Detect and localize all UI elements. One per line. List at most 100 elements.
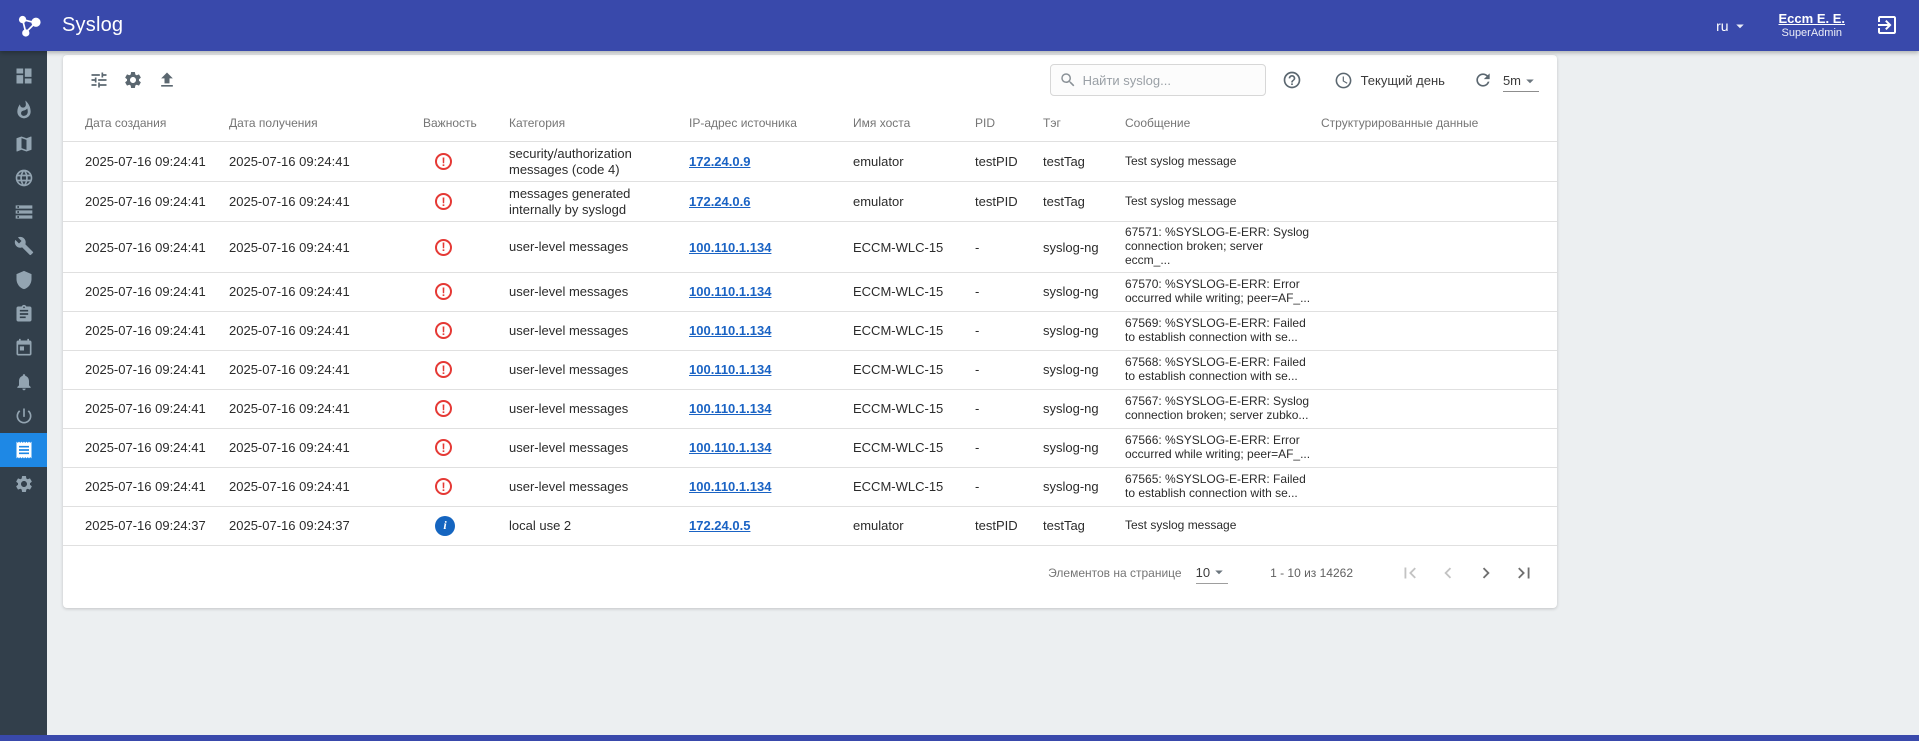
chevron-down-icon xyxy=(1731,17,1749,35)
cell-pid: testPID xyxy=(975,182,1043,222)
cell-category: user-level messages xyxy=(509,350,689,389)
cell-message: 67566: %SYSLOG-E-ERR: Error occurred whi… xyxy=(1125,428,1321,467)
sidebar-item-syslog[interactable] xyxy=(0,433,47,467)
cell-received: 2025-07-16 09:24:41 xyxy=(229,272,423,311)
language-selector[interactable]: ru xyxy=(1716,17,1748,35)
source-ip-link[interactable]: 172.24.0.6 xyxy=(689,194,750,209)
cell-hostname: ECCM-WLC-15 xyxy=(853,428,975,467)
cell-source-ip: 100.110.1.134 xyxy=(689,272,853,311)
source-ip-link[interactable]: 100.110.1.134 xyxy=(689,401,771,416)
chevron-down-icon xyxy=(1210,563,1228,581)
sidebar-item-security[interactable] xyxy=(0,263,47,297)
bell-icon xyxy=(14,372,34,392)
source-ip-link[interactable]: 100.110.1.134 xyxy=(689,479,771,494)
period-selector[interactable]: Текущий день xyxy=(1334,71,1445,90)
refresh-button[interactable] xyxy=(1467,64,1499,96)
user-name-link[interactable]: Eccm E. E. xyxy=(1779,11,1845,27)
pagination: Элементов на странице 10 1 - 10 из 14262 xyxy=(63,546,1557,608)
cell-category: user-level messages xyxy=(509,272,689,311)
cell-pid: - xyxy=(975,311,1043,350)
cell-message: Test syslog message xyxy=(1125,142,1321,182)
cell-received: 2025-07-16 09:24:41 xyxy=(229,142,423,182)
sidebar-item-notifications[interactable] xyxy=(0,365,47,399)
cell-created: 2025-07-16 09:24:37 xyxy=(63,506,229,545)
severity-icon: ! xyxy=(435,322,452,339)
page-range-text: 1 - 10 из 14262 xyxy=(1270,566,1353,580)
sidebar-item-network[interactable] xyxy=(0,161,47,195)
table-header-row: Дата создания Дата получения Важность Ка… xyxy=(63,105,1557,142)
sidebar-item-calendar[interactable] xyxy=(0,331,47,365)
sidebar-item-dashboard[interactable] xyxy=(0,59,47,93)
cell-category: user-level messages xyxy=(509,222,689,272)
cell-severity: ! xyxy=(423,350,509,389)
cell-structured-data xyxy=(1321,467,1557,506)
sidebar-item-settings[interactable] xyxy=(0,467,47,501)
sidebar-item-inventory[interactable] xyxy=(0,195,47,229)
table-row[interactable]: 2025-07-16 09:24:41 2025-07-16 09:24:41 … xyxy=(63,350,1557,389)
sidebar-item-tools[interactable] xyxy=(0,229,47,263)
table-row[interactable]: 2025-07-16 09:24:41 2025-07-16 09:24:41 … xyxy=(63,182,1557,222)
cell-structured-data xyxy=(1321,506,1557,545)
items-per-page-value: 10 xyxy=(1196,565,1210,580)
source-ip-link[interactable]: 100.110.1.134 xyxy=(689,240,771,255)
cell-hostname: ECCM-WLC-15 xyxy=(853,350,975,389)
sidebar-item-maps[interactable] xyxy=(0,127,47,161)
cell-pid: - xyxy=(975,467,1043,506)
table-settings-button[interactable] xyxy=(117,64,149,96)
search-input[interactable] xyxy=(1077,73,1257,88)
table-row[interactable]: 2025-07-16 09:24:41 2025-07-16 09:24:41 … xyxy=(63,142,1557,182)
col-message: Сообщение xyxy=(1125,105,1321,142)
source-ip-link[interactable]: 172.24.0.5 xyxy=(689,518,750,533)
logout-button[interactable] xyxy=(1875,13,1901,39)
table-row[interactable]: 2025-07-16 09:24:41 2025-07-16 09:24:41 … xyxy=(63,467,1557,506)
cell-tag: syslog-ng xyxy=(1043,389,1125,428)
cell-message: 67570: %SYSLOG-E-ERR: Error occurred whi… xyxy=(1125,272,1321,311)
table-row[interactable]: 2025-07-16 09:24:41 2025-07-16 09:24:41 … xyxy=(63,222,1557,272)
syslog-card: Текущий день 5m xyxy=(63,55,1557,608)
sidebar-item-monitoring[interactable] xyxy=(0,399,47,433)
sidebar-item-tasks[interactable] xyxy=(0,297,47,331)
help-button[interactable] xyxy=(1276,64,1308,96)
filter-button[interactable] xyxy=(83,64,115,96)
source-ip-link[interactable]: 100.110.1.134 xyxy=(689,323,771,338)
table-row[interactable]: 2025-07-16 09:24:37 2025-07-16 09:24:37 … xyxy=(63,506,1557,545)
refresh-interval-value: 5m xyxy=(1503,73,1521,88)
cell-structured-data xyxy=(1321,142,1557,182)
export-button[interactable] xyxy=(151,64,183,96)
source-ip-link[interactable]: 100.110.1.134 xyxy=(689,284,771,299)
source-ip-link[interactable]: 100.110.1.134 xyxy=(689,362,771,377)
period-label: Текущий день xyxy=(1361,73,1445,88)
table-row[interactable]: 2025-07-16 09:24:41 2025-07-16 09:24:41 … xyxy=(63,311,1557,350)
cell-tag: syslog-ng xyxy=(1043,222,1125,272)
source-ip-link[interactable]: 100.110.1.134 xyxy=(689,440,771,455)
table-row[interactable]: 2025-07-16 09:24:41 2025-07-16 09:24:41 … xyxy=(63,272,1557,311)
cell-tag: syslog-ng xyxy=(1043,272,1125,311)
table-row[interactable]: 2025-07-16 09:24:41 2025-07-16 09:24:41 … xyxy=(63,428,1557,467)
gear-icon xyxy=(123,70,143,90)
next-page-button[interactable] xyxy=(1473,560,1499,586)
first-page-button[interactable] xyxy=(1397,560,1423,586)
cell-received: 2025-07-16 09:24:41 xyxy=(229,222,423,272)
sidebar xyxy=(0,51,47,735)
cell-category: security/authorization messages (code 4) xyxy=(509,142,689,182)
source-ip-link[interactable]: 172.24.0.9 xyxy=(689,154,750,169)
previous-page-button[interactable] xyxy=(1435,560,1461,586)
severity-icon: ! xyxy=(435,283,452,300)
sidebar-item-incidents[interactable] xyxy=(0,93,47,127)
table-row[interactable]: 2025-07-16 09:24:41 2025-07-16 09:24:41 … xyxy=(63,389,1557,428)
wrench-icon xyxy=(14,236,34,256)
cell-message: Test syslog message xyxy=(1125,182,1321,222)
refresh-interval-select[interactable]: 5m xyxy=(1503,69,1539,92)
flame-icon xyxy=(14,100,34,120)
search-icon xyxy=(1059,71,1077,89)
cell-structured-data xyxy=(1321,428,1557,467)
cell-structured-data xyxy=(1321,272,1557,311)
cell-message: 67565: %SYSLOG-E-ERR: Failed to establis… xyxy=(1125,467,1321,506)
cell-source-ip: 100.110.1.134 xyxy=(689,428,853,467)
col-pid: PID xyxy=(975,105,1043,142)
last-page-button[interactable] xyxy=(1511,560,1537,586)
severity-icon: ! xyxy=(435,478,452,495)
items-per-page-select[interactable]: 10 xyxy=(1196,561,1228,584)
cell-created: 2025-07-16 09:24:41 xyxy=(63,389,229,428)
cell-tag: syslog-ng xyxy=(1043,350,1125,389)
